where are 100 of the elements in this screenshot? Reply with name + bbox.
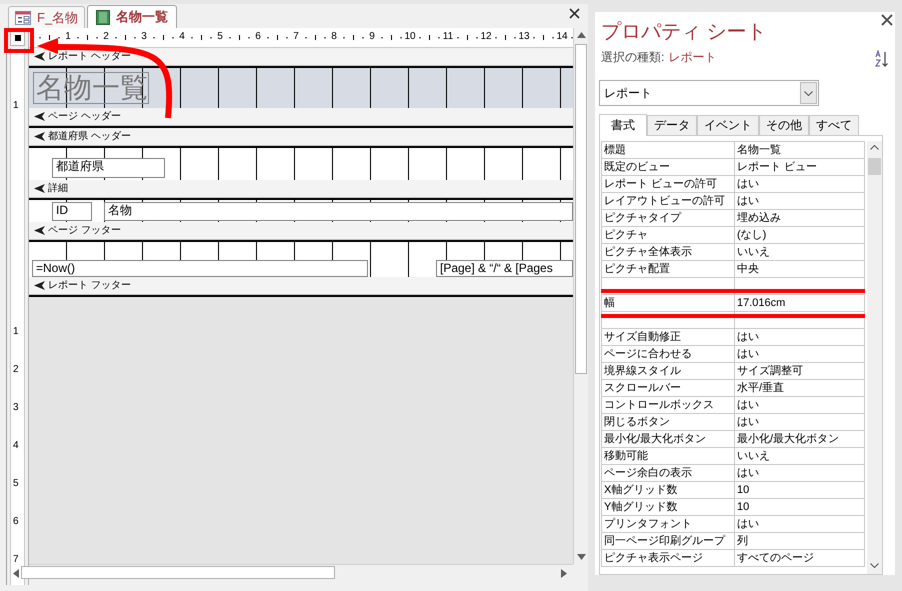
property-name: 標題 — [602, 142, 735, 158]
ruler-number: 14 — [556, 31, 568, 43]
ruler-number: 3 — [141, 31, 147, 43]
ruler-number: 7 — [13, 554, 19, 565]
ruler-number: 1 — [65, 31, 71, 43]
property-value[interactable]: はい — [735, 346, 865, 362]
property-value[interactable]: 10 — [735, 482, 865, 498]
property-value[interactable]: はい — [735, 516, 865, 532]
text-box[interactable]: =Now() — [32, 260, 368, 277]
property-value[interactable]: 列 — [735, 533, 865, 549]
section-bar[interactable]: レポート ヘッダー — [29, 48, 573, 66]
property-value[interactable]: いいえ — [735, 244, 865, 260]
property-value[interactable]: サイズ調整可 — [735, 363, 865, 379]
ruler-number: 9 — [369, 31, 375, 43]
scroll-right-icon[interactable] — [561, 569, 567, 578]
form-icon — [15, 10, 31, 24]
section-pointer-icon — [34, 184, 45, 193]
text-box[interactable]: [Page] & “/“ & [Pages — [436, 260, 573, 277]
ruler-number: 1 — [13, 326, 19, 337]
section-bar[interactable]: ページ ヘッダー — [29, 108, 573, 126]
section-bar[interactable]: ページ フッター — [29, 222, 573, 240]
property-name: プリンタフォント — [602, 516, 735, 532]
property-value[interactable]: はい — [735, 176, 865, 192]
close-icon[interactable] — [881, 14, 893, 26]
scroll-up-icon[interactable] — [577, 32, 586, 38]
chevron-down-icon — [804, 90, 813, 96]
property-name: 同一ページ印刷グループ — [602, 533, 735, 549]
scroll-thumb[interactable] — [868, 158, 881, 175]
property-value[interactable]: 水平/垂直 — [735, 380, 865, 396]
document-tab[interactable]: 名物一覧 — [87, 5, 178, 28]
section-pointer-icon — [34, 132, 45, 141]
object-dropdown[interactable]: レポート — [599, 80, 819, 106]
property-value[interactable]: レポート ビュー — [735, 159, 865, 175]
section-bar[interactable]: 詳細 — [29, 180, 573, 198]
scroll-up-icon[interactable] — [870, 145, 879, 150]
property-name: ピクチャ表示ページ — [602, 550, 735, 566]
property-name: 境界線スタイル — [602, 363, 735, 379]
scroll-down-icon[interactable] — [577, 554, 586, 560]
ruler-number: 5 — [13, 478, 19, 489]
property-name: Y軸グリッド数 — [602, 499, 735, 515]
property-value[interactable]: はい — [735, 193, 865, 209]
property-name: ピクチャタイプ — [602, 210, 735, 226]
property-value[interactable]: 17.016cm — [735, 295, 865, 311]
property-name: 既定のビュー — [602, 159, 735, 175]
property-tab[interactable]: データ — [647, 115, 697, 135]
ruler-number: 5 — [217, 31, 223, 43]
property-name: 最小化/最大化ボタン — [602, 431, 735, 447]
property-name: レポート ビューの許可 — [602, 176, 735, 192]
property-value[interactable]: (なし) — [735, 227, 865, 243]
ruler-number: 2 — [13, 364, 19, 375]
property-name: ピクチャ — [602, 227, 735, 243]
close-icon[interactable] — [569, 8, 580, 19]
ruler-number: 10 — [404, 31, 416, 43]
text-box[interactable]: 名物 — [104, 202, 573, 221]
text-box[interactable]: ID — [52, 202, 92, 221]
property-name: 閉じるボタン — [602, 414, 735, 430]
panel-title: プロパティ シート — [600, 20, 768, 44]
ruler-number: 4 — [179, 31, 185, 43]
selection-type: レポート — [668, 49, 716, 66]
section-bar[interactable]: 都道府県 ヘッダー — [29, 128, 573, 146]
ruler-number: 6 — [255, 31, 261, 43]
property-name: ページに合わせる — [602, 346, 735, 362]
property-value[interactable]: 名物一覧 — [735, 142, 865, 158]
property-value[interactable]: はい — [735, 414, 865, 430]
property-name: 幅 — [602, 295, 735, 311]
property-tab[interactable]: すべて — [809, 115, 859, 135]
property-value[interactable]: はい — [735, 329, 865, 345]
section-pointer-icon — [34, 281, 45, 290]
section-pointer-icon — [34, 52, 45, 61]
scroll-left-icon[interactable] — [13, 569, 19, 578]
property-value[interactable]: 中央 — [735, 261, 865, 277]
property-value[interactable]: すべてのページ — [735, 550, 865, 566]
property-value[interactable]: 最小化/最大化ボタン — [735, 431, 865, 447]
property-tab[interactable]: 書式 — [599, 114, 647, 136]
ruler-number: 8 — [331, 31, 337, 43]
property-name: ページ余白の表示 — [602, 465, 735, 481]
document-tab[interactable]: F_名物 — [8, 6, 86, 28]
property-name: X軸グリッド数 — [602, 482, 735, 498]
property-value[interactable]: はい — [735, 465, 865, 481]
ruler-number: 12 — [480, 31, 492, 43]
vertical-scrollbar[interactable] — [867, 141, 882, 574]
property-name: 移動可能 — [602, 448, 735, 464]
section-pointer-icon — [34, 112, 45, 121]
sort-icon[interactable] — [875, 50, 889, 68]
scroll-thumb[interactable] — [575, 44, 587, 374]
text-box[interactable]: 都道府県 — [52, 158, 165, 178]
property-name: サイズ自動修正 — [602, 329, 735, 345]
property-value[interactable]: いいえ — [735, 448, 865, 464]
property-tab[interactable]: その他 — [759, 115, 809, 135]
property-value[interactable]: 10 — [735, 499, 865, 515]
property-tab[interactable]: イベント — [697, 115, 759, 135]
selection-label: 選択の種類: — [601, 49, 664, 66]
property-name: スクロールバー — [602, 380, 735, 396]
section-bar[interactable]: レポート フッター — [29, 277, 573, 295]
property-value[interactable]: はい — [735, 397, 865, 413]
scroll-down-icon[interactable] — [870, 563, 879, 568]
property-name: レイアウトビューの許可 — [602, 193, 735, 209]
scroll-thumb[interactable] — [21, 566, 335, 579]
property-name: ピクチャ全体表示 — [602, 244, 735, 260]
property-value[interactable]: 埋め込み — [735, 210, 865, 226]
